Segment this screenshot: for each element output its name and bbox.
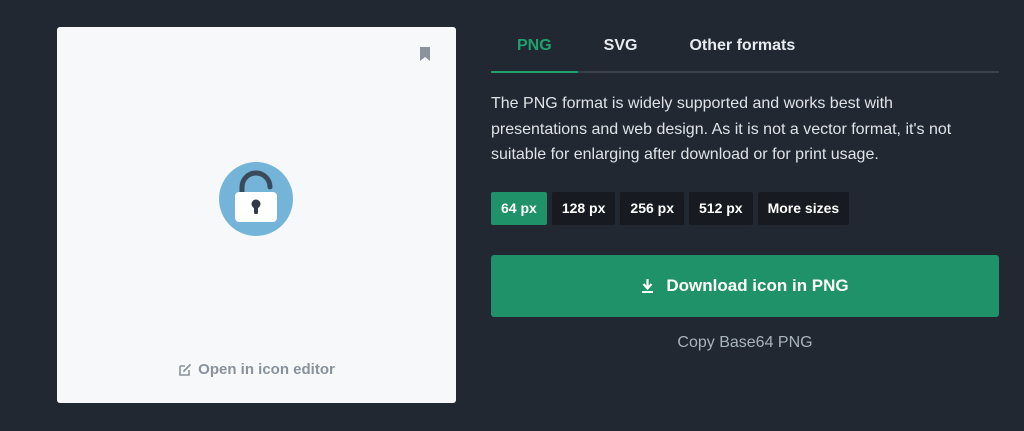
more-sizes-button[interactable]: More sizes (757, 191, 850, 225)
icon-preview-card: Open in icon editor (57, 27, 456, 403)
format-panel: PNG SVG Other formats The PNG format is … (491, 27, 999, 352)
open-in-editor-link[interactable]: Open in icon editor (57, 361, 456, 378)
icon-download-panel: Open in icon editor PNG SVG Other format… (0, 0, 1024, 431)
tab-other-formats[interactable]: Other formats (663, 27, 821, 71)
size-options: 64 px 128 px 256 px 512 px More sizes (491, 191, 999, 225)
download-icon (642, 278, 654, 293)
edit-icon (179, 363, 192, 376)
unlocked-padlock-icon (219, 162, 293, 236)
size-256-button[interactable]: 256 px (620, 191, 684, 225)
tab-png[interactable]: PNG (491, 27, 578, 73)
size-512-button[interactable]: 512 px (689, 191, 753, 225)
size-128-button[interactable]: 128 px (551, 191, 616, 225)
format-description: The PNG format is widely supported and w… (491, 95, 952, 163)
download-button[interactable]: Download icon in PNG (491, 254, 999, 317)
download-button-label: Download icon in PNG (666, 275, 849, 295)
size-64-button[interactable]: 64 px (491, 191, 547, 225)
copy-base64-link[interactable]: Copy Base64 PNG (491, 334, 999, 352)
open-in-editor-label: Open in icon editor (198, 361, 335, 378)
tab-svg[interactable]: SVG (578, 27, 664, 71)
bookmark-icon[interactable] (419, 47, 431, 61)
format-tabs: PNG SVG Other formats (491, 27, 999, 73)
